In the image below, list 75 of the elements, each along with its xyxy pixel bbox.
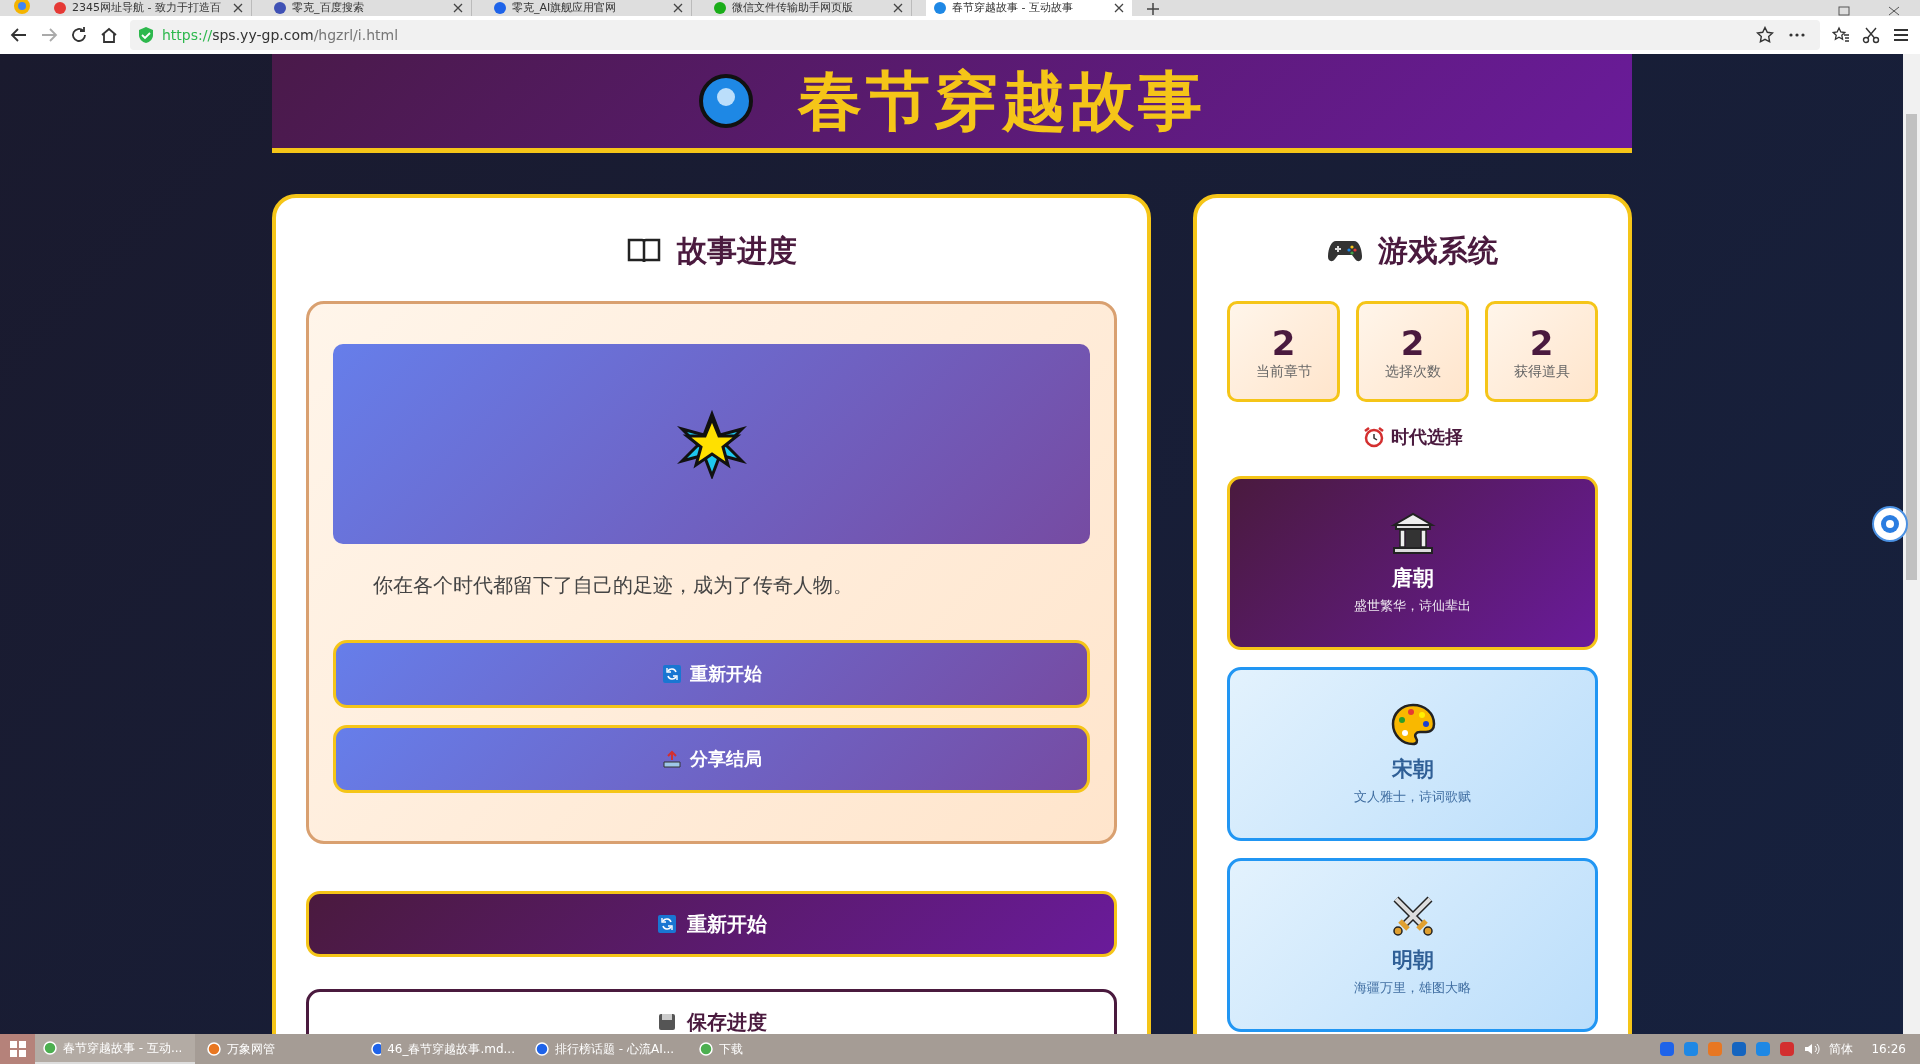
close-window-icon[interactable] <box>1888 6 1900 16</box>
input-language[interactable]: 简体 <box>1829 1040 1854 1058</box>
more-icon[interactable] <box>1788 32 1806 38</box>
temple-icon <box>1389 511 1436 557</box>
home-icon[interactable] <box>100 26 118 44</box>
floating-assistant-button[interactable] <box>1872 506 1908 542</box>
sparkle-star-icon <box>676 409 747 479</box>
stat-value: 2 <box>1400 322 1425 363</box>
era-description: 文人雅士，诗词歌赋 <box>1354 788 1471 806</box>
bookmark-star-icon[interactable] <box>1756 26 1774 44</box>
site-icon <box>54 2 66 14</box>
era-description: 海疆万里，雄图大略 <box>1354 979 1471 997</box>
story-text: 你在各个时代都留下了自己的足迹，成为了传奇人物。 <box>373 572 854 599</box>
scissors-icon[interactable] <box>1862 26 1880 44</box>
site-icon <box>494 2 506 14</box>
stat-label: 当前章节 <box>1255 362 1312 381</box>
new-tab-icon[interactable] <box>1146 2 1160 16</box>
app-icon <box>699 1042 713 1056</box>
site-icon <box>714 2 726 14</box>
era-name: 明朝 <box>1391 947 1434 974</box>
stat-label: 选择次数 <box>1384 362 1441 381</box>
era-description: 盛世繁华，诗仙辈出 <box>1354 597 1471 615</box>
panel-heading: 游戏系统 <box>1377 232 1498 270</box>
save-button[interactable]: 保存进度 <box>306 989 1117 1034</box>
close-icon[interactable] <box>673 3 683 13</box>
restart-button[interactable]: 重新开始 <box>333 640 1090 708</box>
browser-tab[interactable]: 春节穿越故事 - 互动故事 <box>926 0 1132 16</box>
section-heading: 时代选择 <box>1390 425 1463 449</box>
taskbar-item[interactable]: 下载 <box>691 1034 851 1064</box>
alarm-clock-icon <box>1362 426 1385 448</box>
favorites-icon[interactable] <box>1832 26 1850 44</box>
menu-icon[interactable] <box>1892 26 1910 44</box>
site-icon <box>274 2 286 14</box>
taskbar-item[interactable]: 排行榜话题 - 心流AI... <box>527 1034 687 1064</box>
share-button[interactable]: 分享结局 <box>333 725 1090 793</box>
clock-time: 16:26 <box>1871 1042 1906 1056</box>
stat-label: 获得道具 <box>1513 362 1570 381</box>
refresh-icon <box>661 664 682 684</box>
browser-logo-icon <box>12 0 32 16</box>
taskbar-item[interactable]: 46_春节穿越故事.md... <box>363 1034 523 1064</box>
era-card[interactable]: 唐朝 盛世繁华，诗仙辈出 <box>1227 476 1598 650</box>
era-card[interactable]: 明朝 海疆万里，雄图大略 <box>1227 858 1598 1032</box>
close-icon[interactable] <box>453 3 463 13</box>
restart-button[interactable]: 重新开始 <box>306 891 1117 957</box>
scrollbar[interactable] <box>1903 54 1920 1034</box>
globe-icon <box>698 73 754 129</box>
upload-tray-icon <box>661 749 682 769</box>
stat-value: 2 <box>1529 322 1554 363</box>
address-bar[interactable]: https://sps.yy-gp.com/hgzrl/i.html <box>130 20 1820 50</box>
era-name: 唐朝 <box>1391 565 1434 592</box>
app-icon <box>43 1041 57 1055</box>
site-icon <box>934 2 946 14</box>
start-button[interactable] <box>0 1034 35 1064</box>
era-card[interactable]: 宋朝 文人雅士，诗词歌赋 <box>1227 667 1598 841</box>
shield-icon <box>138 26 154 44</box>
stat-value: 2 <box>1271 322 1296 363</box>
restore-window-icon[interactable] <box>1838 6 1850 16</box>
page-title: 春节穿越故事 <box>798 63 1206 140</box>
windows-logo-icon <box>9 1041 26 1057</box>
palette-icon <box>1389 702 1436 748</box>
era-name: 宋朝 <box>1391 756 1434 783</box>
panel-heading: 故事进度 <box>676 232 797 270</box>
app-icon <box>535 1042 549 1056</box>
gamepad-icon <box>1327 239 1362 263</box>
close-icon[interactable] <box>233 3 243 13</box>
app-icon <box>371 1042 382 1056</box>
taskbar-item[interactable]: 万象网管 <box>199 1034 359 1064</box>
close-icon[interactable] <box>1114 3 1124 13</box>
close-icon[interactable] <box>893 3 903 13</box>
back-icon[interactable] <box>10 26 28 44</box>
refresh-icon <box>656 914 677 934</box>
url-text: https://sps.yy-gp.com/hgzrl/i.html <box>162 27 400 43</box>
speaker-icon[interactable] <box>1803 1041 1822 1057</box>
app-icon <box>207 1042 221 1056</box>
reload-icon[interactable] <box>70 26 88 44</box>
